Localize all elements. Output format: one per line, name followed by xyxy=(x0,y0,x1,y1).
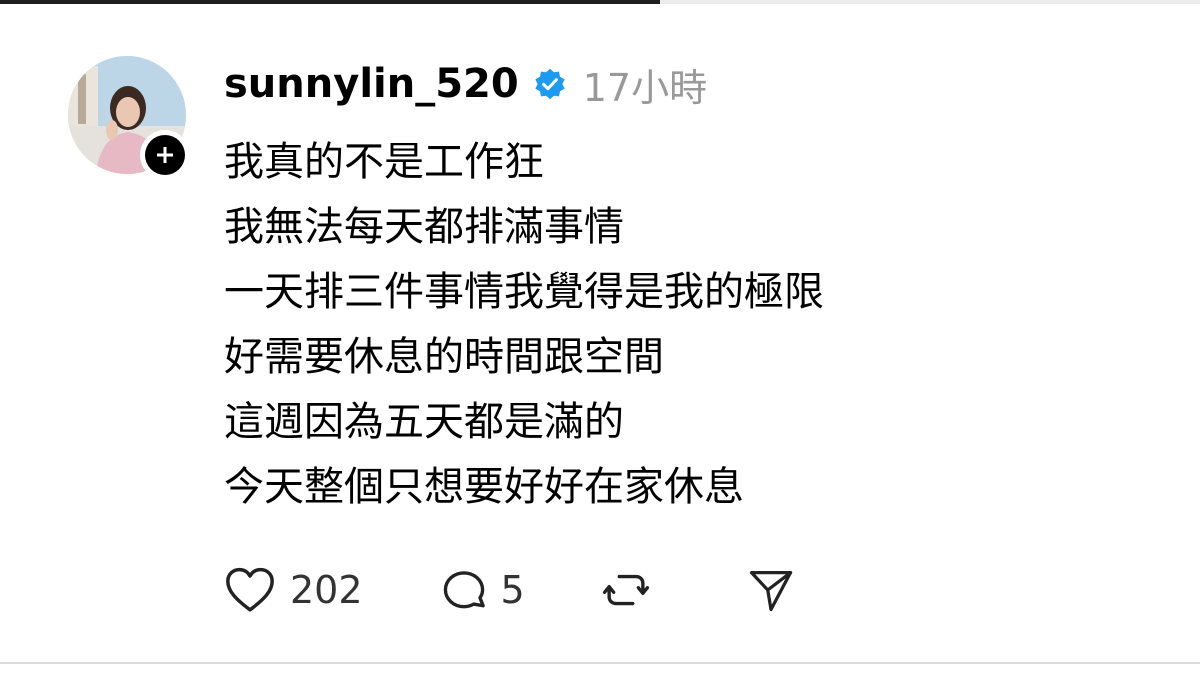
repost-button[interactable] xyxy=(599,563,653,617)
post-line: 今天整個只想要好好在家休息 xyxy=(224,464,744,510)
post-line: 好需要休息的時間跟空間 xyxy=(224,334,664,380)
comment-count: 5 xyxy=(500,568,525,612)
username-link[interactable]: sunnylin_520 xyxy=(224,61,519,107)
verified-badge-icon xyxy=(535,68,565,100)
post-line: 我真的不是工作狂 xyxy=(224,139,544,185)
post-header: sunnylin_520 17小時 xyxy=(224,56,707,112)
repost-icon xyxy=(602,574,649,606)
post-actions: 202 5 xyxy=(222,560,797,620)
progress-bar xyxy=(0,0,660,4)
like-button[interactable]: 202 xyxy=(222,562,363,618)
send-icon xyxy=(749,571,792,612)
comment-button[interactable]: 5 xyxy=(437,563,525,617)
post-line: 這週因為五天都是滿的 xyxy=(224,399,624,445)
follow-button[interactable] xyxy=(140,130,190,180)
like-count: 202 xyxy=(290,568,363,612)
post-text: 我真的不是工作狂 我無法每天都排滿事情 一天排三件事情我覺得是我的極限 好需要休… xyxy=(224,130,824,520)
comment-bubble-icon xyxy=(443,571,485,609)
divider xyxy=(0,662,1200,664)
post-line: 一天排三件事情我覺得是我的極限 xyxy=(224,269,824,315)
post-timestamp[interactable]: 17小時 xyxy=(583,57,707,112)
plus-icon xyxy=(157,147,173,163)
heart-icon xyxy=(226,567,274,612)
share-button[interactable] xyxy=(745,564,797,616)
post-line: 我無法每天都排滿事情 xyxy=(224,204,624,250)
